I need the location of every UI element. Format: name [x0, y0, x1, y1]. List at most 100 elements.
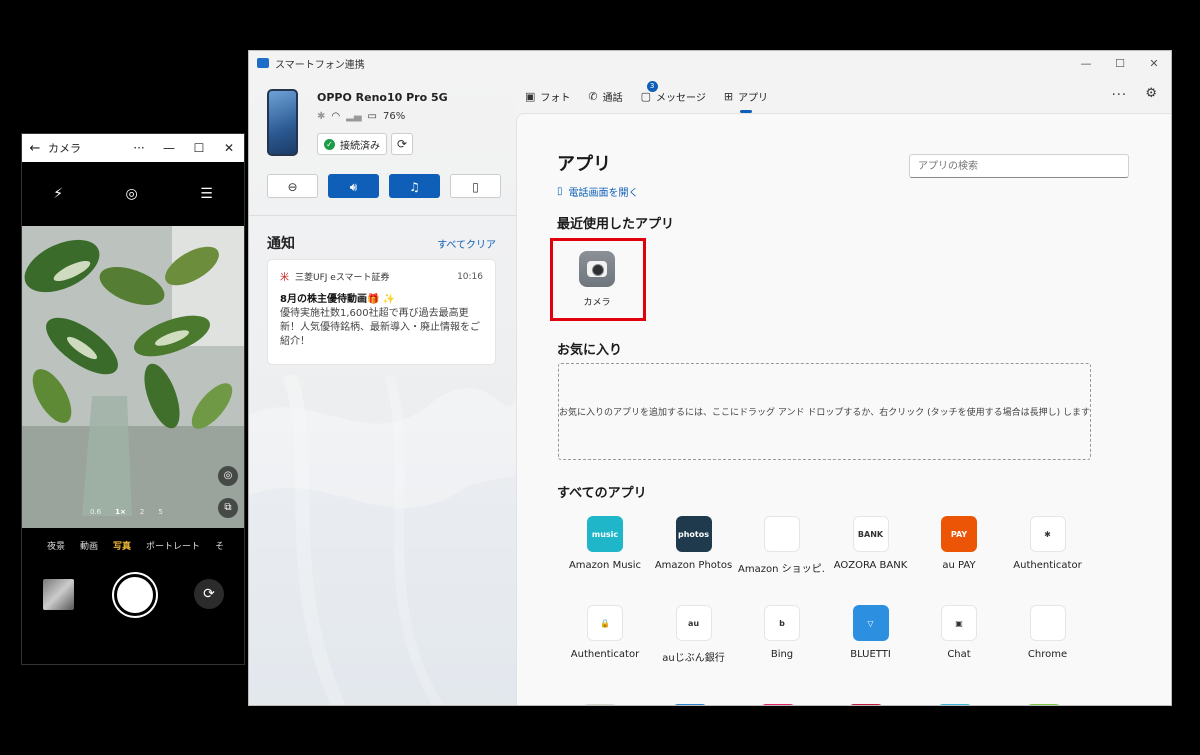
bluetooth-icon: ✱ [317, 111, 326, 122]
mode-video[interactable]: 動画 [80, 539, 98, 552]
app-tile[interactable]: PAY au PAY [915, 516, 1003, 571]
clear-all-link[interactable]: すべてクリア [437, 236, 496, 251]
zoom-option[interactable]: 5 [158, 508, 162, 516]
lens-switch-icon[interactable]: ⧉ [218, 498, 238, 518]
phone-link-titlebar: スマートフォン連携 — ☐ ✕ [249, 51, 1171, 75]
tab-calls[interactable]: ✆ 通話 [588, 87, 622, 105]
close-button[interactable]: ✕ [214, 141, 244, 155]
more-options-icon[interactable]: ··· [1112, 88, 1127, 103]
app-tile[interactable]: ▣ Chat [915, 605, 1003, 660]
app-tile[interactable]: Amazon ショッピ… [738, 516, 826, 575]
app-name: Amazon Photos [654, 560, 733, 571]
app-name: Authenticator [570, 649, 640, 660]
zoom-option[interactable]: 0.6 [90, 508, 101, 516]
app-icon: 🔒 [587, 605, 623, 641]
unread-badge: 3 [646, 81, 658, 92]
app-tile[interactable]: 🔒 Authenticator [561, 605, 649, 660]
favorites-drop-zone[interactable]: お気に入りのアプリを追加するには、ここにドラッグ アンド ドロップするか、右クリ… [558, 363, 1091, 460]
notification-card[interactable]: ⽶ 三菱UFJ eスマート証券 10:16 8月の株主優待動画🎁 ✨ 優待実施社… [267, 259, 496, 365]
zoom-selector[interactable]: 0.6 1× 2 5 [90, 508, 163, 516]
phone-icon: ✆ [588, 89, 598, 103]
mode-night[interactable]: 夜景 [47, 539, 65, 552]
settings-gear-icon[interactable]: ⚙ [1145, 86, 1157, 101]
app-name: AOZORA BANK [833, 560, 908, 571]
app-name: Chrome [1027, 649, 1068, 660]
plant-scene [22, 226, 244, 528]
music-button[interactable]: ♫ [389, 174, 440, 198]
shutter-button[interactable] [114, 574, 156, 616]
gallery-thumbnail[interactable] [43, 579, 74, 610]
app-tile[interactable]: photos Amazon Photos [650, 516, 738, 571]
zoom-option[interactable]: 2 [140, 508, 144, 516]
switch-camera-icon[interactable]: ⟳ [194, 579, 224, 609]
app-icon: ▣ [941, 605, 977, 641]
app-tile[interactable]: b Bing [738, 605, 826, 660]
partial-app-icon [672, 704, 708, 705]
app-tile[interactable]: BANK AOZORA BANK [827, 516, 915, 571]
do-not-disturb-button[interactable]: ⊖ [267, 174, 318, 198]
camera-window-title: カメラ [48, 142, 81, 155]
app-name: Authenticator [1013, 560, 1082, 571]
open-dialer-label: 電話画面を開く [568, 188, 639, 199]
signal-icon: ▂▄ [346, 111, 362, 122]
notification-body: 優待実施社数1,600社超で再び過去最高更新！人気優待銘柄、最新導入・廃止情報を… [280, 308, 480, 347]
app-icon: PAY [941, 516, 977, 552]
all-apps-heading: すべてのアプリ [557, 486, 647, 501]
tab-label: アプリ [738, 92, 769, 104]
mode-photo[interactable]: 写真 [113, 539, 131, 552]
app-icon: b [764, 605, 800, 641]
background-wallpaper [249, 375, 516, 705]
app-icon: au [675, 605, 712, 641]
back-arrow-icon[interactable]: ← [22, 141, 48, 156]
minimize-button[interactable]: — [1069, 57, 1103, 70]
app-tile[interactable]: au auじぶん銀行 [650, 605, 738, 664]
camera-viewfinder[interactable]: ◎ ⧉ 0.6 1× 2 5 [22, 226, 244, 528]
phone-screen-icon: ▯ [557, 186, 563, 197]
volume-button[interactable]: 🔊︎ [328, 174, 379, 198]
camera-window: ← カメラ ··· — ☐ ✕ ⚡ ◎ ☰ ◎ ⧉ 0.6 1× 2 5 夜景 … [21, 133, 245, 665]
close-button[interactable]: ✕ [1137, 57, 1171, 70]
app-icon: ▽ [852, 605, 889, 641]
recent-app-camera[interactable]: カメラ [577, 251, 617, 308]
app-tile[interactable]: Chrome [1004, 605, 1092, 660]
zoom-option-selected[interactable]: 1× [115, 508, 126, 516]
battery-level: 76% [382, 111, 406, 122]
app-tile[interactable]: ▽ BLUETTI [827, 605, 915, 660]
app-tile[interactable]: music Amazon Music [561, 516, 649, 571]
focus-icon[interactable]: ◎ [126, 186, 138, 202]
audio-output-button[interactable]: ▯ [450, 174, 501, 198]
device-image [267, 89, 298, 156]
app-name: au PAY [942, 560, 976, 571]
app-name: Amazon Music [568, 560, 642, 571]
filter-icon[interactable]: ◎ [218, 466, 238, 486]
photo-icon: ▣ [525, 89, 536, 103]
notification-title: 8月の株主優待動画🎁 ✨ [280, 294, 396, 305]
maximize-button[interactable]: ☐ [184, 141, 214, 155]
app-search-input[interactable] [909, 154, 1129, 178]
menu-icon[interactable]: ☰ [200, 186, 213, 202]
mode-portrait[interactable]: ポートレート [146, 539, 200, 552]
notifications-heading: 通知 [267, 236, 295, 252]
tab-messages[interactable]: ▢ 3 メッセージ [641, 81, 706, 105]
recent-apps-heading: 最近使用したアプリ [557, 217, 675, 232]
tab-label: フォト [540, 92, 571, 104]
open-dialer-link[interactable]: ▯ 電話画面を開く [557, 184, 639, 199]
flash-off-icon[interactable]: ⚡ [53, 186, 63, 202]
mode-more[interactable]: そ [215, 539, 224, 552]
more-icon[interactable]: ··· [124, 141, 154, 155]
tab-photos[interactable]: ▣ フォト [525, 87, 570, 105]
app-icon: ✱ [1029, 516, 1066, 552]
notification-source: 三菱UFJ eスマート証券 [295, 273, 390, 283]
phone-link-app-icon [257, 58, 269, 68]
connection-status-button[interactable]: ✓ 接続済み [317, 133, 387, 155]
minimize-button[interactable]: — [154, 141, 184, 155]
maximize-button[interactable]: ☐ [1103, 57, 1137, 70]
app-tile[interactable]: ✱ Authenticator [1004, 516, 1092, 571]
apps-icon: ⊞ [723, 89, 734, 103]
tab-label: メッセージ [656, 92, 706, 104]
battery-icon: ▭ [367, 111, 377, 122]
tab-apps[interactable]: ⊞ アプリ [723, 87, 769, 113]
page-title: アプリ [557, 154, 611, 175]
device-status-row: ✱ ◠ ▂▄ ▭ 76% [317, 111, 405, 122]
refresh-icon[interactable]: ⟳ [391, 133, 413, 155]
